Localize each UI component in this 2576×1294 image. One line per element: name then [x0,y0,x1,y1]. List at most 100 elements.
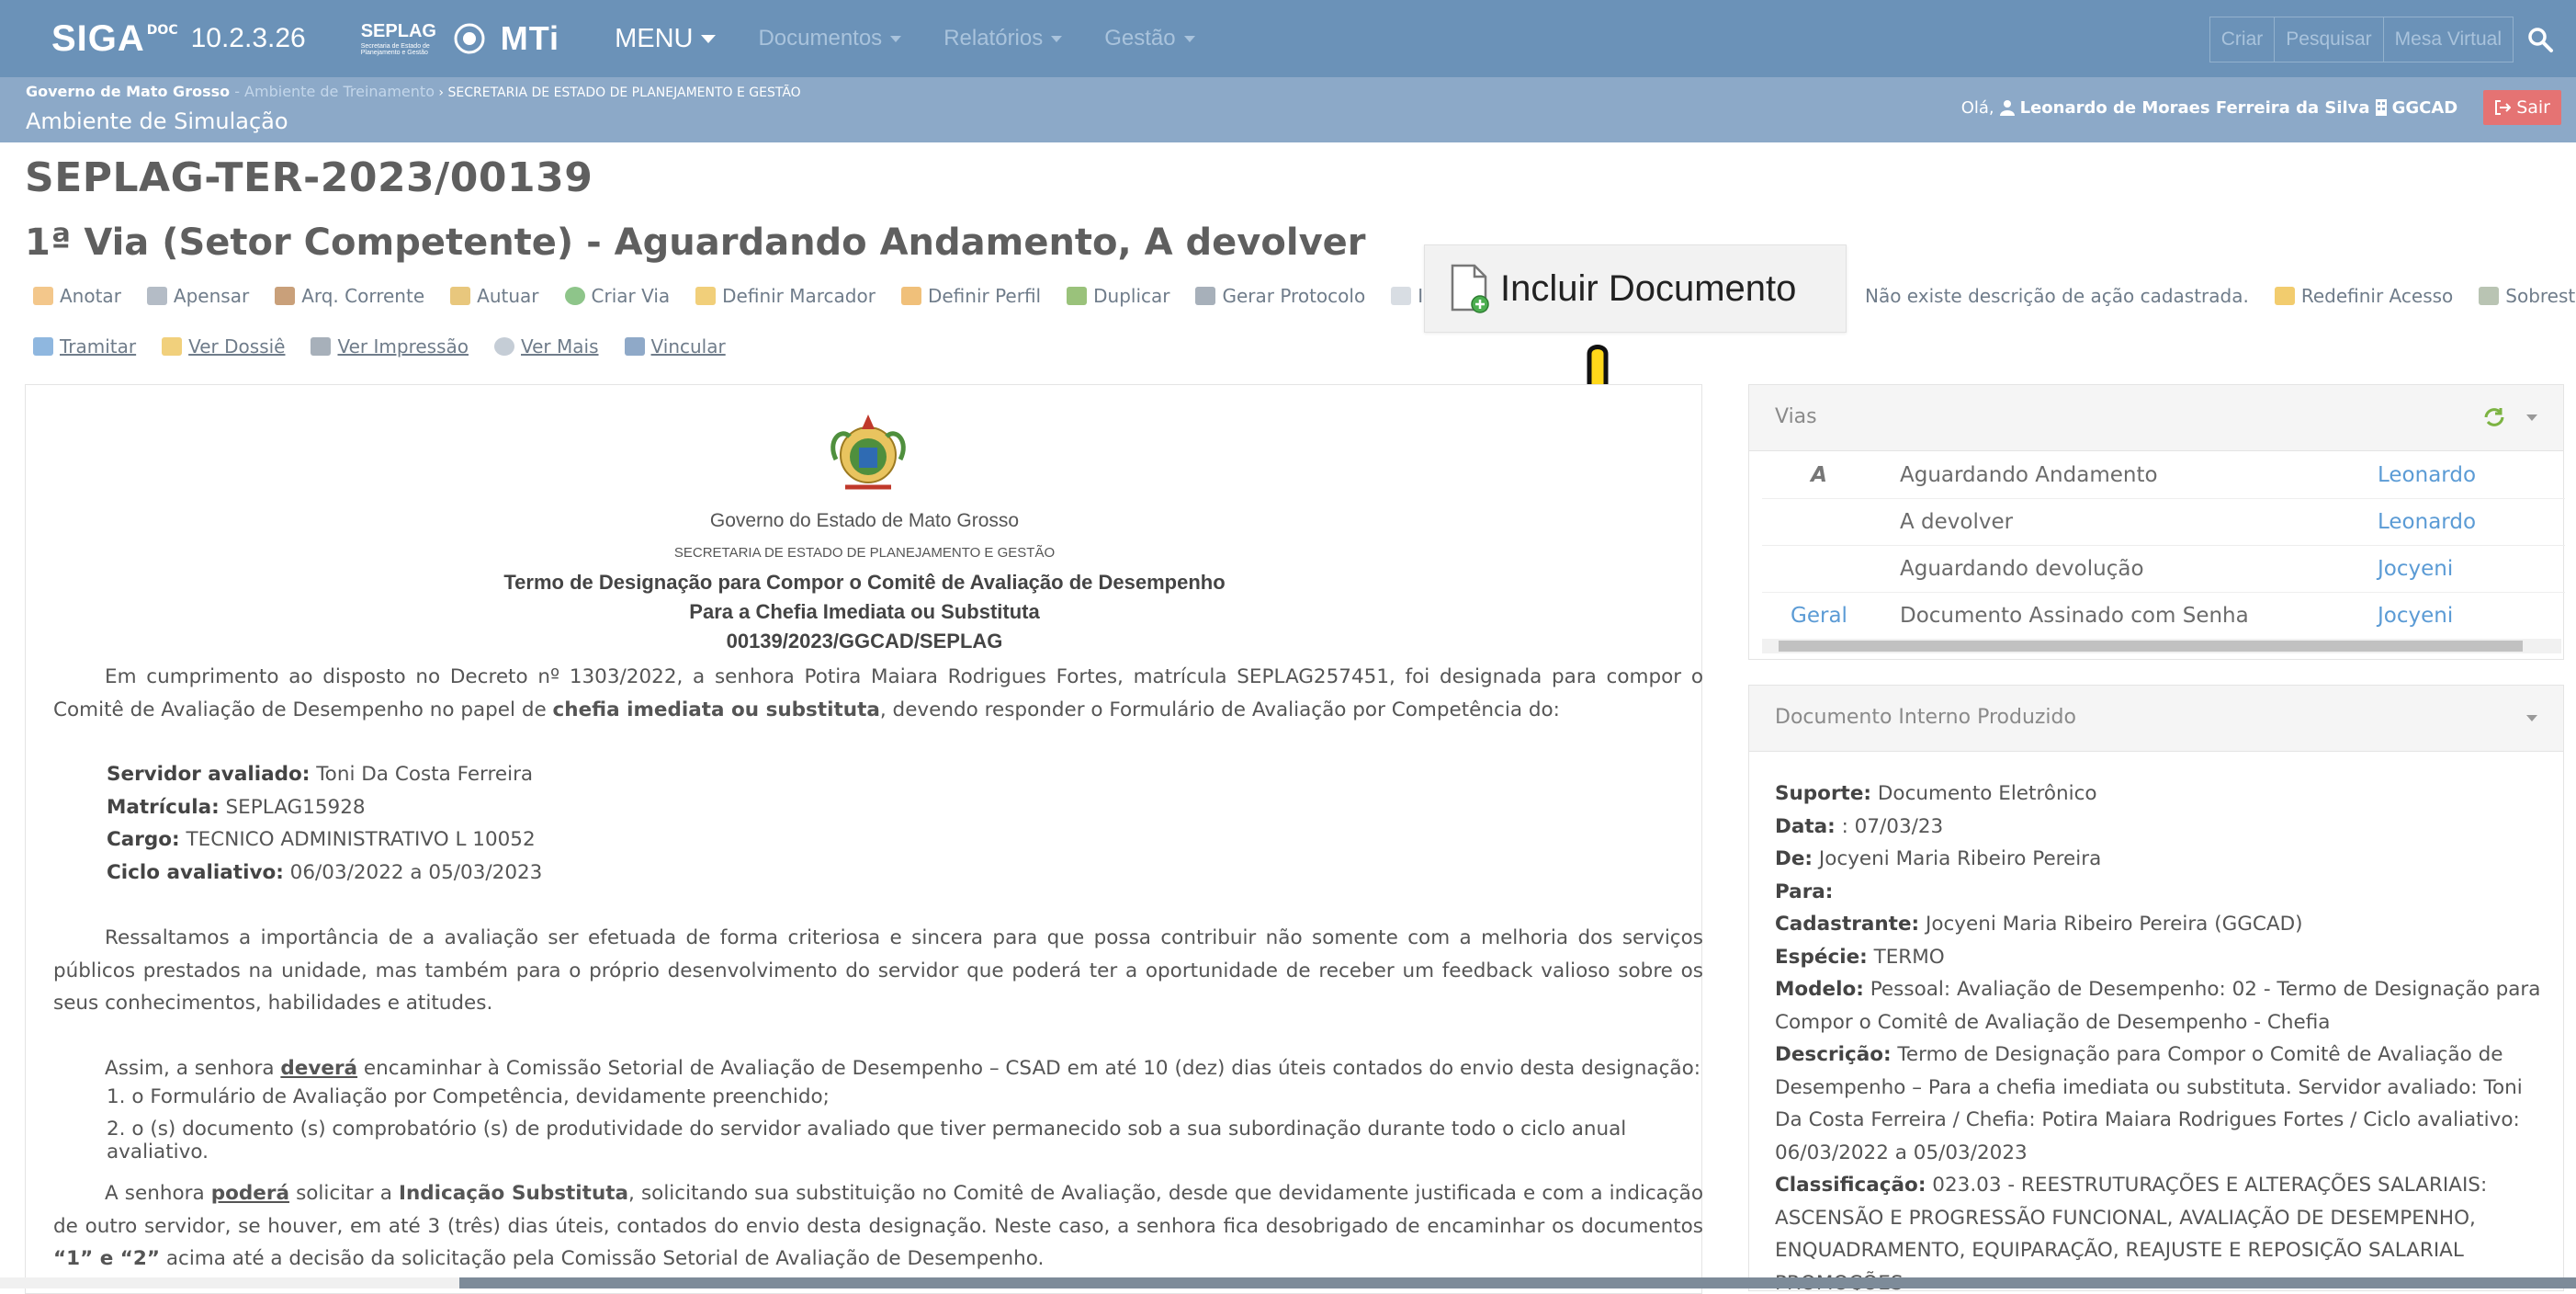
user-greeting: Olá, Leonardo de Moraes Ferreira da Silv… [1961,98,2458,118]
scrollbar-thumb[interactable] [1779,641,2523,652]
refresh-icon[interactable] [2482,405,2506,429]
table-row[interactable]: Geral Documento Assinado com Senha Jocye… [1762,592,2565,639]
criar-via-label: Criar Via [591,285,671,307]
seplag-subtitle: Secretaria de Estado de Planejamento e G… [360,42,430,56]
ver-mais-label: Ver Mais [521,335,599,358]
via-cell: A [1811,462,1827,487]
document-number: 00139/2023/GGCAD/SEPLAG [726,630,1003,653]
table-row[interactable]: A devolver Leonardo [1762,498,2565,545]
nav-gestao-label: Gestão [1104,26,1176,51]
info-modelo: Modelo: Pessoal: Avaliação de Desempenho… [1775,973,2547,1039]
field-value: TECNICO ADMINISTRATIVO L 10052 [186,828,536,851]
anotar-button[interactable]: Anotar [33,285,121,307]
info-value: TERMO [1873,945,1945,969]
field-label: Cargo: [107,828,180,851]
criar-button[interactable]: Criar [2209,17,2276,62]
folder-open-icon [162,337,183,356]
user-unit: GGCAD [2391,97,2458,118]
add-icon [564,287,585,305]
table-row[interactable]: Aguardando devolução Jocyeni [1762,545,2565,592]
vincular-button[interactable]: Vincular [624,335,726,358]
bottom-scrollbar[interactable] [0,1277,2576,1288]
field-cargo: Cargo: TECNICO ADMINISTRATIVO L 10052 [107,823,542,857]
info-especie: Espécie: TERMO [1775,941,2547,974]
redefinir-acesso-button[interactable]: Redefinir Acesso [2274,285,2453,307]
list-item-1: 1. o Formulário de Avaliação por Competê… [107,1085,830,1108]
search-icon[interactable] [2517,17,2563,62]
ver-impressao-button[interactable]: Ver Impressão [311,335,469,358]
ver-mais-button[interactable]: Ver Mais [494,335,599,358]
p4-bold-3: “1” e “2” [53,1247,160,1270]
vias-header[interactable]: Vias [1749,385,2563,451]
info-title: Documento Interno Produzido [1775,706,2076,729]
info-data: Data: : 07/03/23 [1775,811,2547,844]
breadcrumb-gov[interactable]: Governo de Mato Grosso [26,83,230,100]
paragraph-1: Em cumprimento ao disposto no Decreto nº… [53,661,1703,726]
table-row[interactable]: A Aguardando Andamento Leonardo [1762,451,2565,498]
copy-icon [1391,287,1412,305]
arq-corrente-label: Arq. Corrente [301,285,425,307]
apensar-button[interactable]: Apensar [146,285,249,307]
caret-down-icon [1183,35,1195,42]
seplag-logo: SEPLAG Secretaria de Estado de Planejame… [361,22,444,56]
user-icon [1999,100,2015,116]
person-link[interactable]: Jocyeni [2378,557,2453,581]
person-link[interactable]: Leonardo [2378,463,2476,487]
p4-bold-2: Indicação Substituta [398,1182,629,1205]
breadcrumb-bar: Governo de Mato Grosso - Ambiente de Tre… [0,77,2576,142]
duplicate-icon [1067,287,1088,305]
duplicar-button[interactable]: Duplicar [1067,285,1169,307]
definir-perfil-button[interactable]: Definir Perfil [900,285,1041,307]
nav-documentos[interactable]: Documentos [758,26,902,51]
sobrestar-button[interactable]: Sobrestar [2479,285,2576,307]
tramitar-button[interactable]: Tramitar [33,335,136,358]
logout-button[interactable]: Sair [2483,90,2561,125]
nav-gestao[interactable]: Gestão [1104,26,1195,51]
arq-corrente-button[interactable]: Arq. Corrente [275,285,424,307]
breadcrumb-env[interactable]: - Ambiente de Treinamento [230,83,435,100]
bottom-scrollbar-thumb[interactable] [459,1277,2576,1288]
person-link[interactable]: Jocyeni [2378,604,2453,628]
autuar-button[interactable]: Autuar [450,285,539,307]
horizontal-scrollbar[interactable] [1762,639,2561,653]
field-label: Ciclo avaliativo: [107,860,284,884]
new-document-icon [1451,264,1489,313]
tooltip-label: Incluir Documento [1500,267,1797,309]
document-title: Termo de Designação para Compor o Comitê… [503,571,1226,594]
ver-dossie-button[interactable]: Ver Dossiê [162,335,285,358]
info-value: Documento Eletrônico [1877,782,2097,805]
document-subtitle: Para a Chefia Imediata ou Substituta [689,600,1040,623]
info-value: Jocyeni Maria Ribeiro Pereira [1818,847,2102,870]
info-classificacao: Classificação: 023.03 - REESTRUTURAÇÕES … [1775,1169,2547,1290]
tag-icon [695,287,717,305]
p4-bold: poderá [210,1182,289,1205]
info-label: Cadastrante: [1775,913,1920,936]
duplicar-label: Duplicar [1093,285,1170,307]
siga-logo[interactable]: SIGA DOC 10.2.3.26 [51,18,306,60]
person-link[interactable]: Leonardo [2378,510,2476,534]
ver-impressao-label: Ver Impressão [337,335,469,358]
menu-dropdown[interactable]: MENU [615,23,717,54]
gerar-protocolo-button[interactable]: Gerar Protocolo [1195,285,1365,307]
criar-via-button[interactable]: Criar Via [564,285,671,307]
info-de: De: Jocyeni Maria Ribeiro Pereira [1775,843,2547,876]
mesa-virtual-button[interactable]: Mesa Virtual [2383,17,2514,62]
document-viewer[interactable]: Governo do Estado de Mato Grosso SECRETA… [25,384,1703,1294]
via-link[interactable]: Geral [1762,604,1876,628]
info-label: De: [1775,847,1813,870]
chevron-down-icon[interactable] [2526,715,2537,721]
pesquisar-button[interactable]: Pesquisar [2275,17,2384,62]
definir-marcador-button[interactable]: Definir Marcador [695,285,876,307]
info-header[interactable]: Documento Interno Produzido [1749,686,2563,752]
nav-relatorios[interactable]: Relatórios [943,26,1063,51]
caret-down-icon [1051,35,1063,42]
p1-bold: chefia imediata ou substituta [552,698,880,721]
chevron-down-icon[interactable] [2526,414,2537,421]
info-label: Espécie: [1775,945,1868,969]
status-cell: A devolver [1900,510,2014,534]
menu-label: MENU [615,23,694,53]
seplag-name: SEPLAG [360,20,436,41]
toolbar-row-2: Tramitar Ver Dossiê Ver Impressão Ver Ma… [33,328,751,365]
info-value: Jocyeni Maria Ribeiro Pereira (GGCAD) [1925,913,2303,936]
info-label: Data: [1775,814,1836,838]
